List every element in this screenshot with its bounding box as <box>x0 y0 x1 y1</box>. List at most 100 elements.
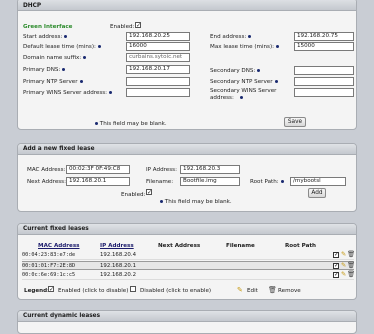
primary-dns-input[interactable]: 192.168.20.17 <box>126 65 190 74</box>
start-address-input[interactable]: 192.168.20.25 <box>126 32 190 41</box>
check-icon[interactable]: ✓ <box>333 252 339 258</box>
fixed-enabled-checkbox[interactable]: ✓ <box>146 189 152 196</box>
column-next-address: Next Address <box>158 243 201 249</box>
start-address-label: Start address: <box>23 34 68 40</box>
dhcp-panel: DHCP Green Interface Enabled: ✓ Start ad… <box>17 0 357 130</box>
pencil-icon[interactable]: ✎ <box>340 262 347 269</box>
end-address-input[interactable]: 192.168.20.75 <box>294 32 354 41</box>
start-address-label-text: Start address: <box>23 34 63 40</box>
blank-note-text: This field may be blank. <box>99 121 167 127</box>
domain-suffix-label-text: Domain name suffix: <box>23 55 82 61</box>
legend-enabled-text: Enabled (click to disable) <box>58 288 129 294</box>
row-mac: 00:01:01:F7:2E:8D <box>22 263 76 269</box>
current-fixed-leases-panel: Current fixed leases MAC Address IP Addr… <box>17 223 357 300</box>
secondary-dns-label: Secondary DNS: <box>210 68 261 74</box>
required-dot-icon <box>109 91 113 94</box>
secondary-ntp-label: Secondary NTP Server <box>210 79 278 85</box>
dhcp-panel-title: DHCP <box>18 0 356 11</box>
primary-wins-label: Primary WINS Server address: <box>23 90 113 96</box>
default-lease-label-text: Default lease time (mins): <box>23 44 96 50</box>
legend-unchecked-icon <box>130 286 136 292</box>
root-path-label: Root Path: <box>250 179 284 185</box>
add-button[interactable]: Add <box>308 188 326 198</box>
primary-ntp-input[interactable] <box>126 77 190 86</box>
domain-suffix-input[interactable]: curbains.sytoic.net <box>126 53 190 62</box>
next-address-input[interactable]: 192.168.20.1 <box>66 177 130 186</box>
column-mac-address[interactable]: MAC Address <box>38 243 80 249</box>
fixed-enabled-label: Enabled: <box>121 192 146 198</box>
required-dot-icon <box>64 35 68 38</box>
required-dot-icon <box>79 80 83 83</box>
column-root-path: Root Path <box>285 243 316 249</box>
trash-icon[interactable]: 🗑 <box>347 271 355 278</box>
required-dot-icon <box>95 122 98 125</box>
check-icon[interactable]: ✓ <box>333 272 339 278</box>
green-interface-label: Green Interface <box>23 24 73 30</box>
legend-pencil-icon: ✎ <box>237 286 243 294</box>
dhcp-enabled-checkbox[interactable]: ✓ <box>135 22 141 29</box>
secondary-ntp-input[interactable] <box>294 77 354 86</box>
required-dot-icon <box>276 45 280 48</box>
check-icon[interactable]: ✓ <box>333 263 339 269</box>
current-dynamic-leases-title: Current dynamic leases <box>18 311 356 322</box>
legend-check-icon: ✓ <box>48 286 55 293</box>
mac-address-label: MAC Address: <box>27 167 66 173</box>
ip-address-input[interactable]: 192.168.20.3 <box>180 165 240 174</box>
next-address-label: Next Address: <box>27 179 66 185</box>
pencil-icon[interactable]: ✎ <box>340 251 347 258</box>
primary-wins-label-text: Primary WINS Server address: <box>23 90 108 96</box>
secondary-wins-input[interactable] <box>294 88 354 97</box>
max-lease-label: Max lease time (mins): <box>210 44 280 50</box>
required-dot-icon <box>240 96 243 99</box>
primary-wins-input[interactable] <box>126 88 190 97</box>
trash-icon[interactable]: 🗑 <box>347 262 355 269</box>
row-ip: 192.168.20.2 <box>100 272 137 278</box>
domain-suffix-label: Domain name suffix: <box>23 55 87 61</box>
root-path-label-text: Root Path: <box>250 179 279 185</box>
root-path-input[interactable]: /mybootsl <box>290 177 346 186</box>
row-mac: 00:0c:6e:69:1c:c5 <box>22 272 76 278</box>
required-dot-icon <box>160 200 163 203</box>
required-dot-icon <box>248 35 252 38</box>
secondary-dns-input[interactable] <box>294 66 354 75</box>
end-address-label: End address: <box>210 34 252 40</box>
legend-trash-icon: 🗑 <box>268 286 277 294</box>
default-lease-label: Default lease time (mins): <box>23 44 101 50</box>
legend-remove-text: Remove <box>278 288 301 294</box>
trash-icon[interactable]: 🗑 <box>347 251 355 258</box>
default-lease-input[interactable]: 16000 <box>126 42 190 51</box>
current-dynamic-leases-panel: Current dynamic leases <box>17 310 357 334</box>
max-lease-input[interactable]: 15000 <box>294 42 354 51</box>
required-dot-icon <box>83 56 87 59</box>
blank-note: This field may be blank. <box>93 121 167 127</box>
ip-address-label: IP Address: <box>146 167 177 173</box>
primary-dns-label: Primary DNS: <box>23 67 66 73</box>
filename-label: Filename: <box>146 179 174 185</box>
filename-input[interactable]: Bootfile.img <box>180 177 240 186</box>
save-button[interactable]: Save <box>284 117 306 127</box>
primary-dns-label-text: Primary DNS: <box>23 67 61 73</box>
pencil-icon[interactable]: ✎ <box>340 271 347 278</box>
legend-disabled-text: Disabled (click to enable) <box>140 288 212 294</box>
end-address-label-text: End address: <box>210 34 247 40</box>
table-row: 00:04:23:83:e7:de 192.168.20.4 ✓ ✎ 🗑 <box>22 251 355 260</box>
mac-address-input[interactable]: 00:02:3F 0F:49:C8 <box>66 165 130 174</box>
fixed-blank-note-text: This field may be blank. <box>164 199 232 205</box>
legend-edit-text: Edit <box>247 288 258 294</box>
required-dot-icon <box>257 69 261 72</box>
table-row: 00:01:01:F7:2E:8D 192.168.20.1 ✓ ✎ 🗑 <box>22 261 355 270</box>
secondary-wins-label: Secondary WINS Server address: <box>210 88 292 101</box>
primary-ntp-label: Primary NTP Server <box>23 79 83 85</box>
secondary-dns-label-text: Secondary DNS: <box>210 68 256 74</box>
max-lease-label-text: Max lease time (mins): <box>210 44 275 50</box>
column-ip-address[interactable]: IP Address <box>100 243 134 249</box>
add-fixed-lease-title: Add a new fixed lease <box>18 144 356 155</box>
required-dot-icon <box>274 80 278 83</box>
secondary-ntp-label-text: Secondary NTP Server <box>210 79 273 85</box>
secondary-wins-label-text: Secondary WINS Server address: <box>210 88 277 101</box>
table-row: 00:0c:6e:69:1c:c5 192.168.20.2 ✓ ✎ 🗑 <box>22 271 355 280</box>
required-dot-icon <box>62 68 66 71</box>
required-dot-icon <box>97 45 101 48</box>
add-fixed-lease-panel: Add a new fixed lease MAC Address: 00:02… <box>17 143 357 212</box>
current-fixed-leases-title: Current fixed leases <box>18 224 356 235</box>
